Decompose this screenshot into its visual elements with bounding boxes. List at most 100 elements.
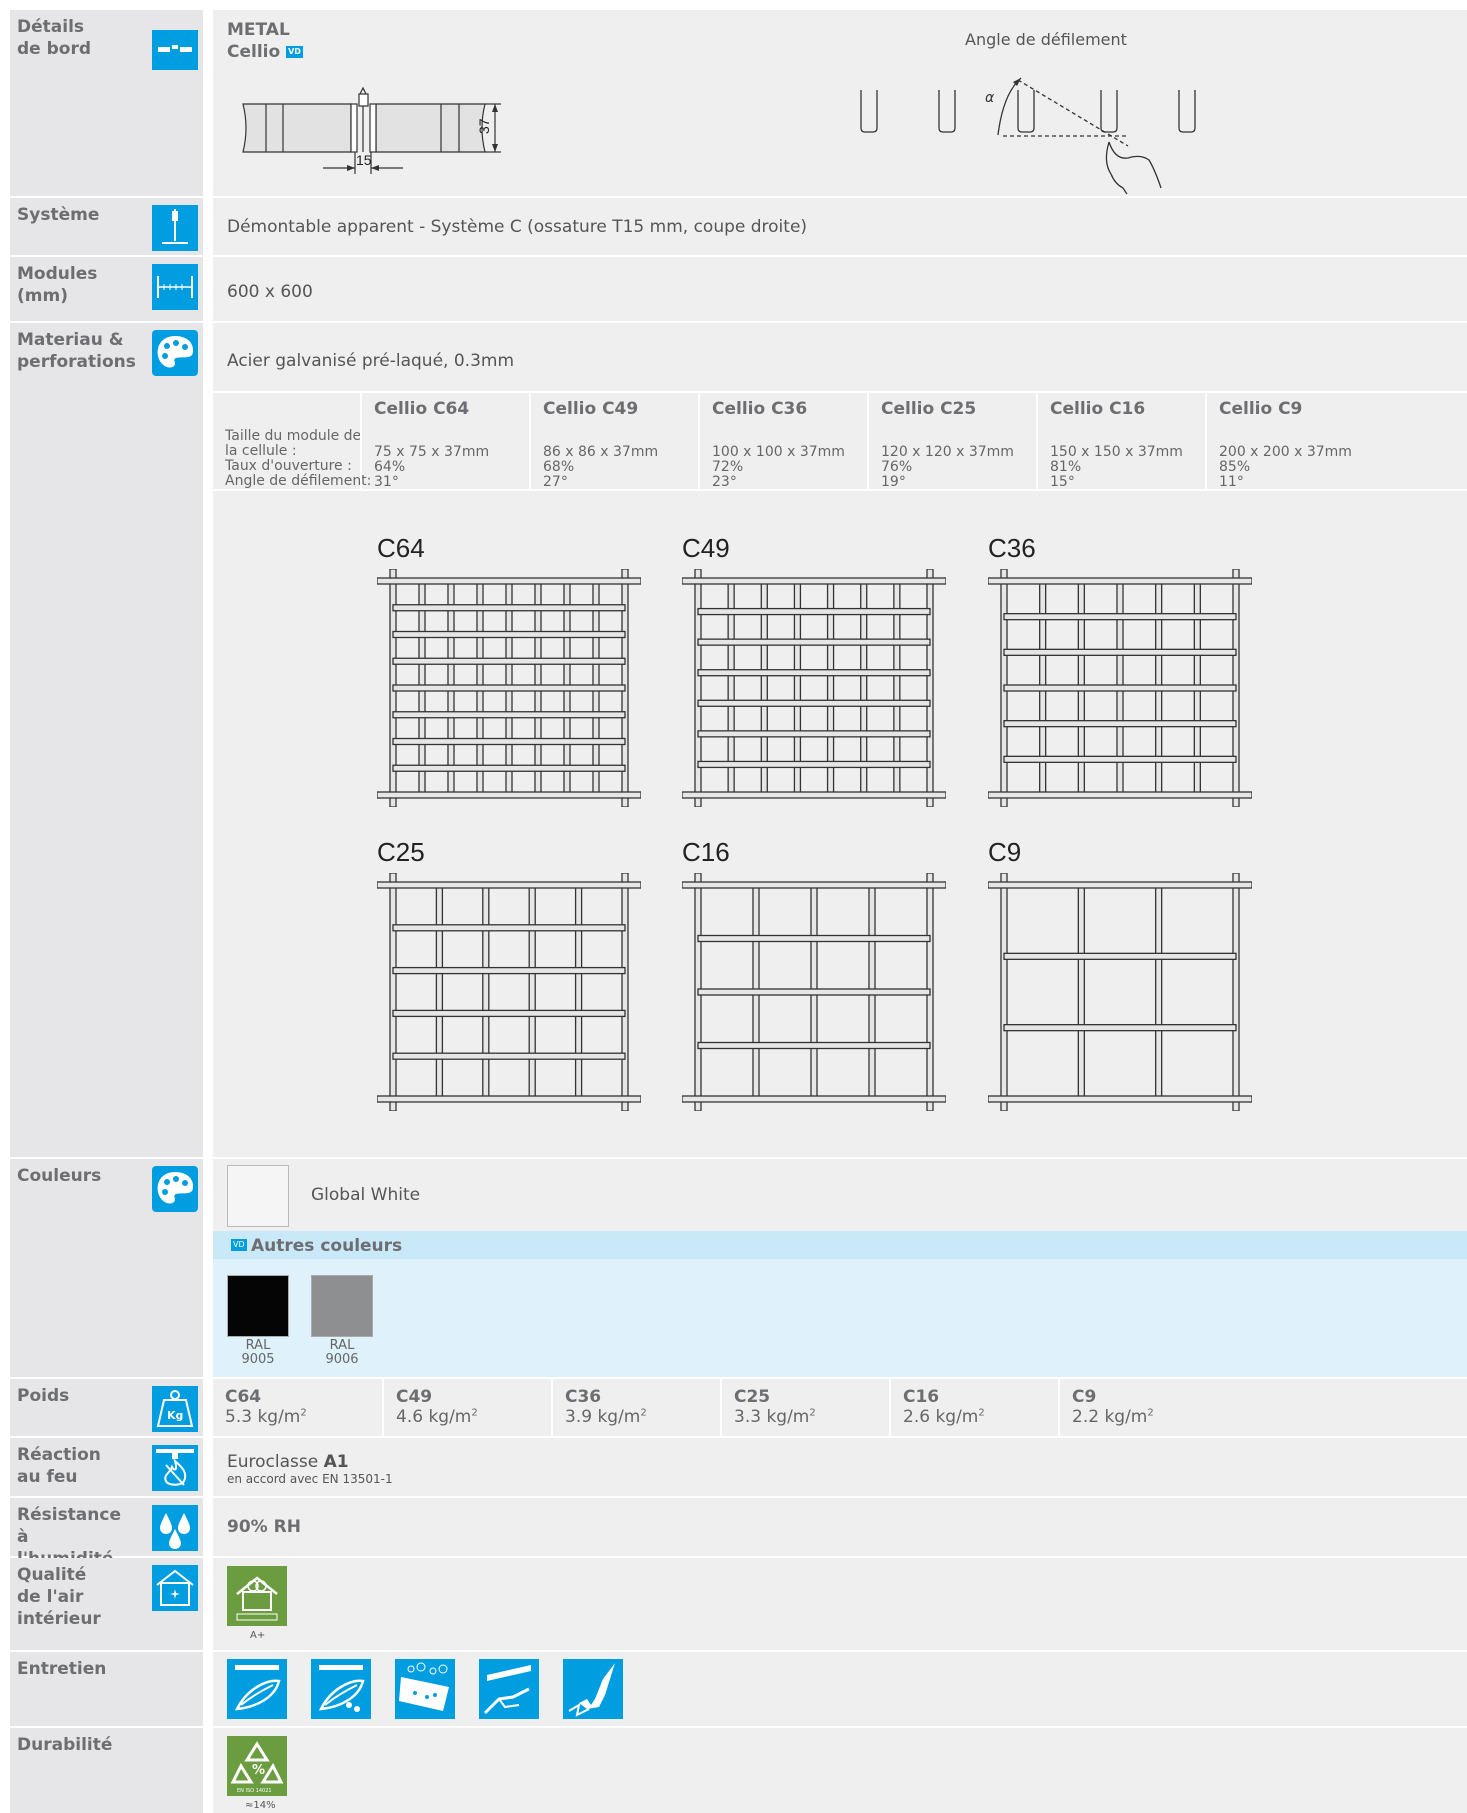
colours-content: Global White VD Autres couleurs RAL 9005 R… bbox=[213, 1159, 1467, 1377]
recycled-content-icon: % EN ISO 14021 bbox=[227, 1736, 287, 1796]
perforation-grid bbox=[377, 873, 641, 1111]
material-row: Materiau & perforations Acier galvanisé … bbox=[10, 323, 1467, 1157]
system-row: Système Démontable apparent - Système C … bbox=[10, 198, 1467, 255]
weight-item-name: C64 bbox=[225, 1387, 262, 1407]
weight-value-text: 3.9 kg/m bbox=[565, 1407, 641, 1427]
grid-label: C9 bbox=[988, 837, 1022, 867]
cell-size: 120 x 120 x 37mm bbox=[881, 444, 1014, 460]
weight-value-text: 3.3 kg/m bbox=[734, 1407, 810, 1427]
perforation-column: Cellio C49 86 x 86 x 37mm 68% 27° bbox=[529, 393, 700, 490]
dim-width: 15 bbox=[356, 152, 372, 168]
product-name: Cellio bbox=[227, 42, 281, 62]
material-value: Acier galvanisé pré-laqué, 0.3mm bbox=[227, 351, 515, 371]
wet-clean-icon bbox=[311, 1659, 371, 1719]
weight-item-value: 2.2 kg/m2 bbox=[1072, 1407, 1154, 1427]
weight-item-value: 5.3 kg/m2 bbox=[225, 1407, 307, 1427]
global-white-label: Global White bbox=[311, 1185, 421, 1205]
perforation-column: Cellio C25 120 x 120 x 37mm 76% 19° bbox=[867, 393, 1038, 490]
weight-item: C25 3.3 kg/m2 bbox=[720, 1379, 891, 1436]
cell-size: 86 x 86 x 37mm bbox=[543, 444, 659, 460]
water-drops-icon bbox=[152, 1505, 198, 1551]
weight-value-text: 2.2 kg/m bbox=[1072, 1407, 1148, 1427]
modules-label: Modules (mm) bbox=[17, 264, 98, 306]
material-content: Acier galvanisé pré-laqué, 0.3mm Taille … bbox=[213, 323, 1467, 1157]
colour-code-line2: 9006 bbox=[325, 1352, 359, 1367]
impact-icon bbox=[563, 1659, 623, 1719]
grid-label: C16 bbox=[682, 837, 730, 867]
dim-height: 37 bbox=[476, 118, 492, 134]
weight-unit-sup: 2 bbox=[640, 1407, 647, 1419]
washable-icon bbox=[395, 1659, 455, 1719]
view-angle: 19° bbox=[881, 474, 906, 490]
perforation-row-labels: Taille du module de la cellule : Taux d'… bbox=[225, 429, 371, 489]
hanger-icon bbox=[152, 205, 198, 251]
perforation-grid bbox=[988, 569, 1252, 807]
weight-content: C64 5.3 kg/m2 C49 4.6 kg/m2 C36 3.9 kg/m2 C… bbox=[213, 1379, 1467, 1436]
other-colours-panel: VD Autres couleurs RAL 9005 RAL 9006 bbox=[213, 1231, 1467, 1377]
system-value: Démontable apparent - Système C (ossatur… bbox=[227, 217, 808, 237]
colour-code-line1: RAL bbox=[329, 1338, 355, 1353]
fire-note: en accord avec EN 13501-1 bbox=[227, 1472, 393, 1486]
weight-item-name: C16 bbox=[903, 1387, 940, 1407]
dry-clean-icon bbox=[227, 1659, 287, 1719]
perforation-column: Cellio C9 200 x 200 x 37mm 85% 11° bbox=[1205, 393, 1376, 490]
fire-class: A1 bbox=[323, 1452, 349, 1472]
viewing-angle-diagram: α bbox=[860, 77, 1196, 195]
perforation-column: Cellio C64 75 x 75 x 37mm 64% 31° bbox=[360, 393, 531, 490]
weight-unit-sup: 2 bbox=[300, 1407, 307, 1419]
modules-row: Modules (mm) 600 x 600 bbox=[10, 257, 1467, 321]
recycle-percent: % bbox=[252, 1763, 265, 1778]
grid-label: C64 bbox=[377, 533, 425, 563]
colour-swatch[interactable] bbox=[311, 1275, 373, 1337]
grid-label: C49 bbox=[682, 533, 730, 563]
colour-code: RAL 9005 bbox=[227, 1339, 289, 1367]
vd-badge: VD bbox=[286, 46, 303, 58]
humidity-value: 90% RH bbox=[227, 1517, 301, 1537]
perforation-grid bbox=[377, 569, 641, 807]
row-label-cell: la cellule : bbox=[225, 443, 297, 459]
weight-value-text: 4.6 kg/m bbox=[396, 1407, 472, 1427]
fire-row: Réaction au feu Euroclasse A1 en accord … bbox=[10, 1438, 1467, 1496]
weight-item: C36 3.9 kg/m2 bbox=[551, 1379, 722, 1436]
grid-label: C25 bbox=[377, 837, 425, 867]
weight-item-value: 4.6 kg/m2 bbox=[396, 1407, 478, 1427]
material-type: METAL bbox=[227, 20, 290, 40]
weight-row: Poids Kg C64 5.3 kg/m2 C49 4.6 kg/m2 C36 3… bbox=[10, 1379, 1467, 1436]
weight-icon-text: Kg bbox=[167, 1409, 183, 1422]
air-quality-row: Qualité de l'air intérieur A+ bbox=[10, 1558, 1467, 1650]
weight-unit-sup: 2 bbox=[1147, 1407, 1154, 1419]
perforation-grid bbox=[682, 873, 946, 1111]
other-colours-title: Autres couleurs bbox=[251, 1236, 403, 1256]
view-angle: 15° bbox=[1050, 474, 1075, 490]
humidity-row: Résistance à l'humidité 90% RH bbox=[10, 1498, 1467, 1569]
perforation-values: 120 x 120 x 37mm 76% 19° bbox=[881, 445, 1014, 490]
weight-item-name: C36 bbox=[565, 1387, 602, 1407]
global-white-swatch[interactable] bbox=[227, 1165, 289, 1227]
durability-row: Durabilité % EN ISO 14021 ≈14% bbox=[10, 1728, 1467, 1813]
ruler-icon bbox=[152, 264, 198, 310]
colour-swatch[interactable] bbox=[227, 1275, 289, 1337]
angle-title: Angle de défilement bbox=[965, 30, 1127, 49]
weight-item-value: 3.3 kg/m2 bbox=[734, 1407, 816, 1427]
weight-unit-sup: 2 bbox=[978, 1407, 985, 1419]
weight-item: C9 2.2 kg/m2 bbox=[1058, 1379, 1229, 1436]
weight-item-value: 3.9 kg/m2 bbox=[565, 1407, 647, 1427]
fire-icon bbox=[152, 1445, 198, 1491]
weight-value-text: 5.3 kg/m bbox=[225, 1407, 301, 1427]
material-label: Materiau & perforations bbox=[17, 330, 136, 372]
product-sheet: Détails de bord METAL Cellio VD 37 15 An… bbox=[0, 0, 1467, 1813]
perforation-name: Cellio C25 bbox=[881, 399, 977, 419]
edge-profile-drawing: 37 15 bbox=[242, 86, 501, 174]
open-rate: 72% bbox=[712, 459, 744, 475]
durability-label: Durabilité bbox=[17, 1735, 113, 1755]
open-rate: 64% bbox=[374, 459, 406, 475]
perforation-name: Cellio C9 bbox=[1219, 399, 1303, 419]
palette-icon bbox=[152, 330, 198, 376]
perforation-name: Cellio C64 bbox=[374, 399, 470, 419]
cell-size: 200 x 200 x 37mm bbox=[1219, 444, 1352, 460]
air-quality-grade: A+ bbox=[250, 1630, 266, 1641]
grid-label: C36 bbox=[988, 533, 1036, 563]
edge-profile-icon bbox=[152, 30, 198, 70]
row-label-open: Taux d'ouverture : bbox=[225, 458, 352, 474]
palette-icon-colours bbox=[152, 1166, 198, 1212]
